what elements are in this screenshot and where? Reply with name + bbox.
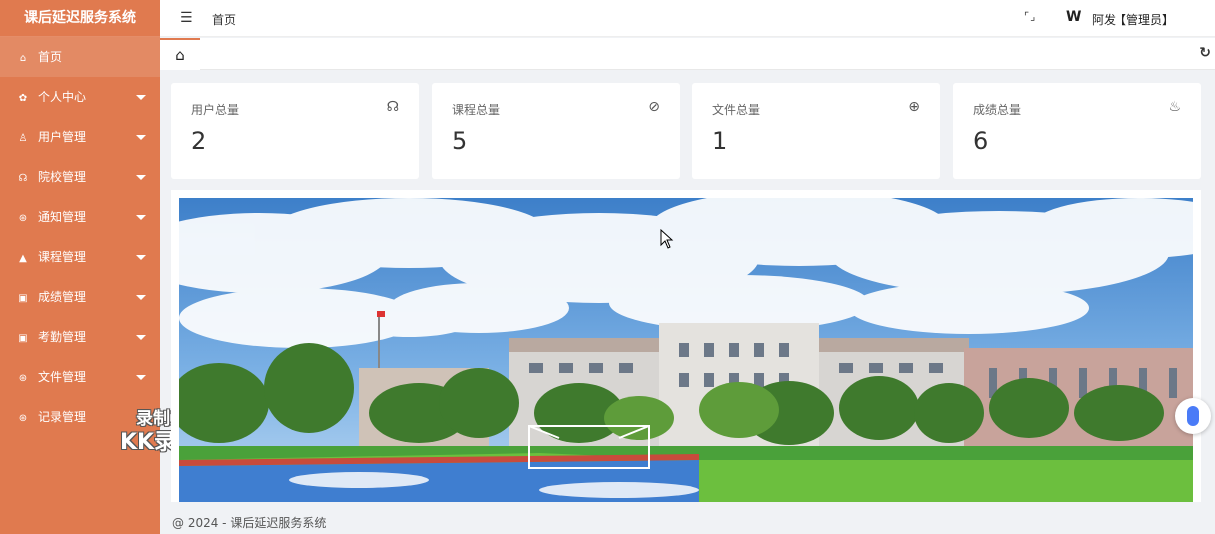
user-name[interactable]: 阿发 xyxy=(1092,11,1116,28)
caret-down-icon xyxy=(136,295,146,300)
stat-label: 文件总量 xyxy=(712,103,761,117)
sidebar-item-label: 通知管理 xyxy=(38,210,87,224)
tab-home[interactable]: ⌂ xyxy=(160,38,200,70)
grade-icon: ▣ xyxy=(18,293,28,304)
stat-value: 5 xyxy=(452,127,468,155)
caret-down-icon xyxy=(136,135,146,140)
stat-label: 用户总量 xyxy=(191,103,240,117)
caret-down-icon xyxy=(136,215,146,220)
sidebar-item-attendance[interactable]: ▣ 考勤管理 xyxy=(0,317,160,357)
record-icon: ⊛ xyxy=(18,413,28,424)
sidebar-item-notices[interactable]: ⊛ 通知管理 xyxy=(0,197,160,237)
sidebar-item-files[interactable]: ⊛ 文件管理 xyxy=(0,357,160,397)
refresh-icon[interactable]: ↻ xyxy=(1199,45,1211,61)
home-icon: ⌂ xyxy=(19,53,27,64)
app-title: 课后延迟服务系统 xyxy=(0,0,160,37)
attendance-icon: ▣ xyxy=(18,333,28,344)
stat-label: 成绩总量 xyxy=(973,103,1022,117)
mouse-cursor-icon xyxy=(660,229,674,249)
school-banner-image xyxy=(179,198,1193,502)
banner-container xyxy=(171,190,1201,502)
compass-icon: ⊕ xyxy=(908,99,920,115)
footer-copyright: @ 2024 - 课后延迟服务系统 xyxy=(172,516,327,530)
sidebar-item-label: 首页 xyxy=(38,50,63,64)
sidebar-item-label: 记录管理 xyxy=(38,410,87,424)
caret-down-icon xyxy=(136,255,146,260)
sidebar-item-label: 个人中心 xyxy=(38,90,87,104)
stat-value: 2 xyxy=(191,127,207,155)
mountain-icon: ▲ xyxy=(19,253,27,264)
caret-down-icon xyxy=(136,375,146,380)
top-header: ☰ 首页 ⌜⌟ W 阿发 【管理员】 xyxy=(160,0,1215,37)
satellite-icon: ☊ xyxy=(386,99,399,115)
sidebar-item-schools[interactable]: ☊ 院校管理 xyxy=(0,157,160,197)
caret-down-icon xyxy=(136,335,146,340)
sidebar-item-label: 用户管理 xyxy=(38,130,87,144)
tab-bar: ⌂ ↻ xyxy=(160,38,1215,70)
check-circle-icon: ⊘ xyxy=(648,99,660,115)
stat-card-files: 文件总量 1 ⊕ xyxy=(692,83,940,179)
menu-fold-icon[interactable]: ☰ xyxy=(180,10,193,26)
user-role[interactable]: 【管理员】 xyxy=(1114,11,1174,28)
sidebar-item-home[interactable]: ⌂ 首页 xyxy=(0,37,160,77)
stat-value: 6 xyxy=(973,127,989,155)
sidebar-item-users[interactable]: ♙ 用户管理 xyxy=(0,117,160,157)
caret-down-icon xyxy=(136,175,146,180)
sidebar-item-grades[interactable]: ▣ 成绩管理 xyxy=(0,277,160,317)
gear-icon: ✿ xyxy=(18,93,28,104)
sidebar: 课后延迟服务系统 ⌂ 首页 ✿ 个人中心 ♙ 用户管理 ☊ 院校管理 ⊛ 通知管理 ▲ 课程… xyxy=(0,0,160,534)
sidebar-item-records[interactable]: ⊛ 记录管理 xyxy=(0,397,160,437)
school-icon: ☊ xyxy=(18,173,28,184)
sidebar-item-label: 成绩管理 xyxy=(38,290,87,304)
sidebar-item-personal-center[interactable]: ✿ 个人中心 xyxy=(0,77,160,117)
home-icon: ⌂ xyxy=(175,46,185,64)
hand-icon: ♨ xyxy=(1168,99,1181,115)
sidebar-item-courses[interactable]: ▲ 课程管理 xyxy=(0,237,160,277)
stat-label: 课程总量 xyxy=(452,103,501,117)
sidebar-item-label: 课程管理 xyxy=(38,250,87,264)
sidebar-item-label: 院校管理 xyxy=(38,170,87,184)
notice-icon: ⊛ xyxy=(18,213,28,224)
stat-card-courses: 课程总量 5 ⊘ xyxy=(432,83,680,179)
capsule-icon xyxy=(1187,406,1199,426)
caret-down-icon xyxy=(136,95,146,100)
breadcrumb: 首页 xyxy=(212,13,237,27)
stat-card-grades: 成绩总量 6 ♨ xyxy=(953,83,1201,179)
fullscreen-icon[interactable]: ⌜⌟ xyxy=(1024,10,1036,23)
stat-value: 1 xyxy=(712,127,728,155)
sidebar-item-label: 考勤管理 xyxy=(38,330,87,344)
floating-assistant-button[interactable] xyxy=(1175,398,1211,434)
user-icon: ♙ xyxy=(18,133,28,144)
stat-card-users: 用户总量 2 ☊ xyxy=(171,83,419,179)
app-root: 课后延迟服务系统 ⌂ 首页 ✿ 个人中心 ♙ 用户管理 ☊ 院校管理 ⊛ 通知管理 ▲ 课程… xyxy=(0,0,1215,534)
file-icon: ⊛ xyxy=(18,373,28,384)
user-logo-icon[interactable]: W xyxy=(1066,9,1081,25)
sidebar-item-label: 文件管理 xyxy=(38,370,87,384)
